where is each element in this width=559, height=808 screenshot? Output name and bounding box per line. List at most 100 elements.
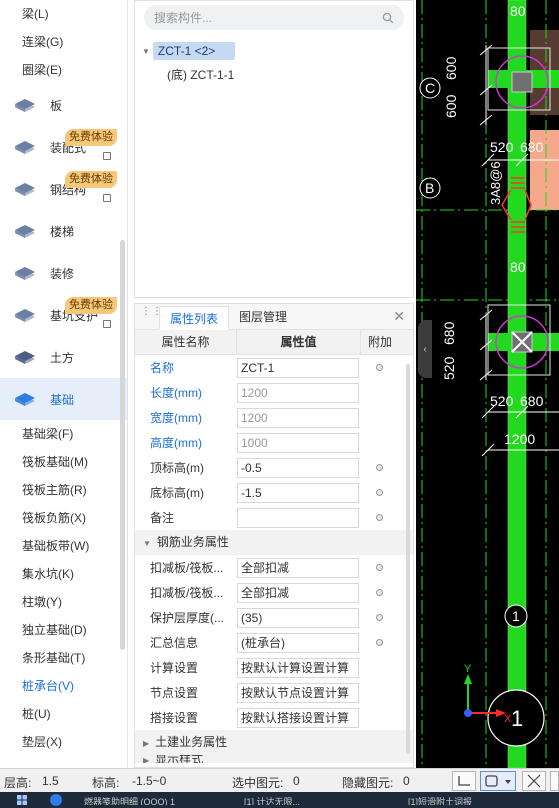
search-input[interactable]	[154, 10, 382, 25]
property-extra	[359, 614, 399, 621]
nav-sub-item[interactable]: 柱墩(Y)	[0, 588, 127, 616]
nav-sub-item[interactable]: 圈梁(E)	[0, 56, 127, 84]
property-extra	[359, 489, 399, 496]
nav-sub-item[interactable]: 条形基础(T)	[0, 644, 127, 672]
properties-grid-header: 属性名称 属性值 附加	[135, 330, 413, 355]
property-row: 汇总信息 (桩承台)	[135, 630, 413, 655]
search-icon[interactable]	[382, 12, 394, 24]
nav-category-8[interactable]: 基础	[0, 378, 127, 420]
property-extra	[359, 639, 399, 646]
caret-right-icon: ▶	[143, 739, 150, 748]
free-trial-badge[interactable]: 免费体验	[65, 129, 117, 146]
attach-checkbox-icon[interactable]	[375, 464, 383, 471]
windows-start-icon[interactable]	[16, 794, 28, 806]
tree-root-label[interactable]: ZCT-1 <2>	[152, 42, 236, 60]
tab-properties[interactable]: 属性列表	[159, 306, 230, 330]
search-box[interactable]	[144, 5, 404, 30]
dim-text: 80	[510, 259, 526, 275]
section-display-label: 显示样式	[155, 755, 204, 763]
snap-mode-dropdown[interactable]	[480, 771, 516, 791]
nav-sub-item[interactable]: 垫层(X)	[0, 728, 127, 756]
attach-checkbox-icon[interactable]	[375, 489, 383, 496]
nav-category-4[interactable]: 楼梯	[0, 210, 127, 252]
component-tree-panel: ▼ ZCT-1 <2> (底) ZCT-1-1	[134, 0, 414, 298]
property-value[interactable]: 全部扣减	[237, 582, 359, 603]
browser-icon[interactable]	[50, 794, 62, 806]
property-value[interactable]: -1.5	[237, 482, 359, 503]
nav-category-1[interactable]: 板	[0, 84, 127, 126]
free-trial-badge[interactable]: 免费体验	[65, 171, 117, 188]
nav-sub-item[interactable]: 独立基础(D)	[0, 616, 127, 644]
nav-sub-item[interactable]: 筏板负筋(X)	[0, 504, 127, 532]
nav-sub-item[interactable]: 筏板主筋(R)	[0, 476, 127, 504]
property-value[interactable]: 按默认计算设置计算	[237, 657, 359, 678]
nav-category-2[interactable]: 装配式 免费体验	[0, 126, 127, 168]
property-value[interactable]: (35)	[237, 607, 359, 628]
caret-down-icon: ▼	[143, 539, 151, 548]
close-icon[interactable]: ✕	[393, 308, 405, 325]
cross-select-icon[interactable]	[522, 771, 546, 791]
nav-sub-item[interactable]: 桩(U)	[0, 700, 127, 728]
rebar-label: 3A8@6	[488, 161, 503, 205]
section-civil[interactable]: ▶ 土建业务属性	[135, 730, 413, 755]
nav-sub-item[interactable]: 连梁(G)	[0, 28, 127, 56]
section-display[interactable]: ▶ 显示样式	[135, 755, 413, 763]
tab-layer-management[interactable]: 图层管理	[229, 305, 297, 329]
attach-checkbox-icon[interactable]	[375, 514, 383, 521]
taskbar-item-2[interactable]: [1] 计达无限...	[244, 795, 394, 805]
property-value[interactable]: 按默认搭接设置计算	[237, 707, 359, 728]
nav-category-7[interactable]: 土方	[0, 336, 127, 378]
nav-category-3[interactable]: 钢结构 免费体验	[0, 168, 127, 210]
property-value[interactable]: 1000	[237, 432, 359, 453]
properties-scrollbar[interactable]	[406, 364, 410, 754]
property-value[interactable]: ZCT-1	[237, 357, 359, 378]
taskbar-item-3[interactable]: [1]短滑附土词报	[408, 795, 558, 805]
free-trial-badge[interactable]: 免费体验	[65, 297, 117, 314]
nav-sub-item[interactable]: 集水坑(K)	[0, 560, 127, 588]
chevron-left-icon: ‹	[423, 343, 427, 355]
property-row: 计算设置 按默认计算设置计算	[135, 655, 413, 680]
nav-scrollbar[interactable]	[120, 240, 125, 650]
property-value[interactable]: -0.5	[237, 457, 359, 478]
drag-grip-icon[interactable]: ⋮⋮	[141, 307, 162, 322]
property-name: 保护层厚度(...	[150, 611, 224, 625]
property-row: 底标高(m) -1.5	[135, 480, 413, 505]
hidden-value: 0	[403, 774, 410, 788]
nav-sub-item[interactable]: 基础板带(W)	[0, 532, 127, 560]
attach-checkbox-icon[interactable]	[375, 364, 383, 371]
column-header-value: 属性值	[237, 330, 361, 354]
nav-sub-item[interactable]: 基础梁(F)	[0, 420, 127, 448]
property-name: 汇总信息	[150, 636, 199, 650]
panel-collapse-handle[interactable]: ‹	[418, 320, 432, 378]
property-name: 备注	[150, 511, 175, 525]
tree-node-root[interactable]: ▼ ZCT-1 <2>	[142, 41, 236, 61]
ortho-tool-icon[interactable]	[452, 771, 476, 791]
taskbar-item-1[interactable]: 燃器笺助明细 (OOO) 1	[84, 795, 224, 805]
nav-sub-item[interactable]: 筏板基础(M)	[0, 448, 127, 476]
property-name: 底标高(m)	[150, 486, 204, 500]
slab-icon	[12, 93, 38, 117]
tree-collapse-icon[interactable]: ▼	[142, 47, 150, 56]
nav-category-6[interactable]: 基坑支护 免费体验	[0, 294, 127, 336]
attach-checkbox-icon[interactable]	[375, 589, 383, 596]
drawing-canvas[interactable]: 80 600 600 520 680 80 680 520 520 680 12…	[416, 0, 559, 768]
selected-value: 0	[293, 774, 300, 788]
property-value[interactable]: 1200	[237, 407, 359, 428]
property-value[interactable]: 按默认节点设置计算	[237, 682, 359, 703]
beam-vertical	[508, 0, 526, 768]
attach-checkbox-icon[interactable]	[375, 639, 383, 646]
section-rebar[interactable]: ▼ 钢筋业务属性	[135, 530, 413, 555]
attach-checkbox-icon[interactable]	[375, 614, 383, 621]
nav-category-5[interactable]: 装修	[0, 252, 127, 294]
more-tools-icon[interactable]	[550, 771, 559, 791]
tree-node-child[interactable]: (底) ZCT-1-1	[167, 66, 234, 83]
stairs-icon	[12, 219, 38, 243]
property-value[interactable]	[237, 507, 359, 528]
property-value[interactable]: 全部扣减	[237, 557, 359, 578]
nav-sub-item[interactable]: 梁(L)	[0, 0, 127, 28]
nav-sub-item[interactable]: 桩承台(V)	[0, 672, 127, 700]
property-value[interactable]: 1200	[237, 382, 359, 403]
drawing-svg[interactable]: 80 600 600 520 680 80 680 520 520 680 12…	[416, 0, 559, 768]
attach-checkbox-icon[interactable]	[375, 564, 383, 571]
property-value[interactable]: (桩承台)	[237, 632, 359, 653]
